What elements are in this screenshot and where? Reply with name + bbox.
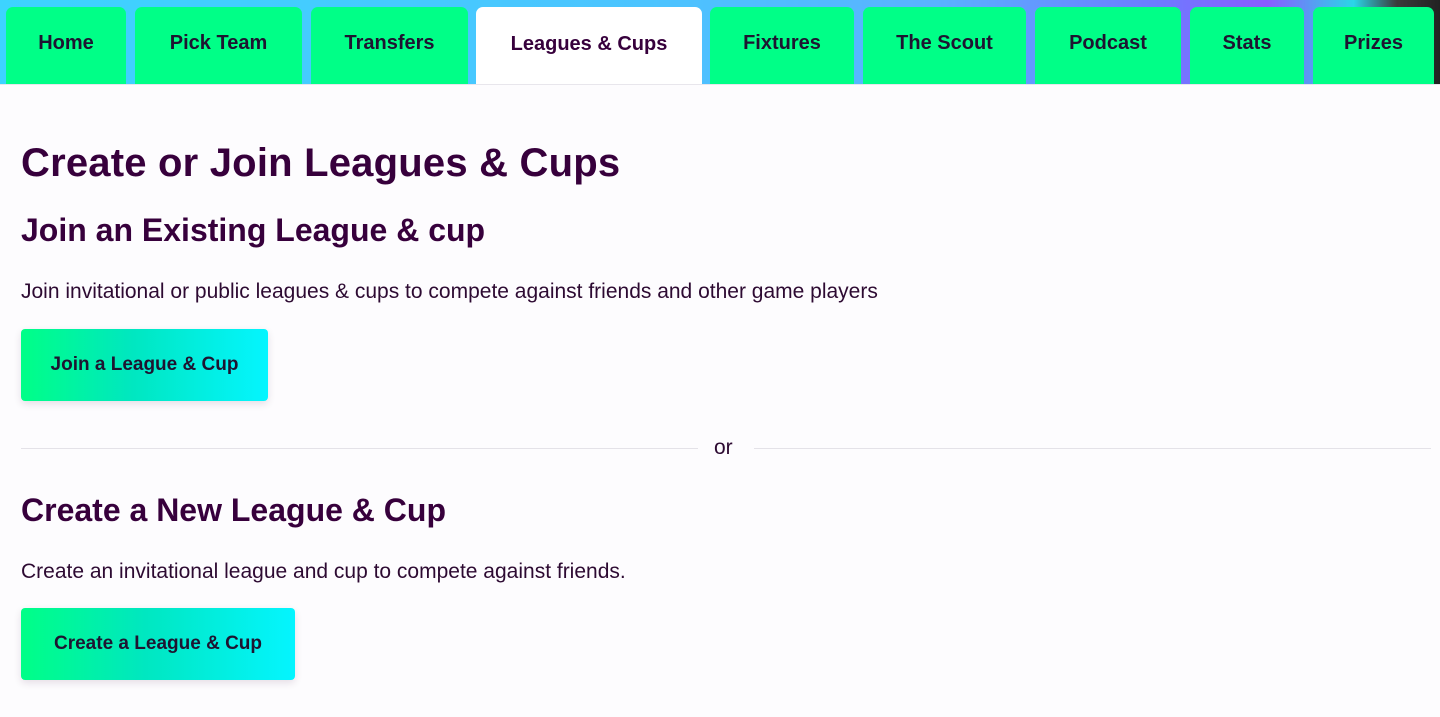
tab-transfers[interactable]: Transfers <box>311 7 468 84</box>
tab-the-scout[interactable]: The Scout <box>863 7 1026 84</box>
tab-fixtures[interactable]: Fixtures <box>710 7 854 84</box>
join-section-heading: Join an Existing League & cup <box>21 212 486 248</box>
tab-label: Leagues & Cups <box>510 32 668 55</box>
tab-leagues-and-cups[interactable]: Leagues & Cups <box>476 7 702 85</box>
tab-label: Prizes <box>1344 32 1403 54</box>
divider-line-right <box>754 448 1431 449</box>
tab-pick-team[interactable]: Pick Team <box>135 7 302 84</box>
tab-label: Pick Team <box>169 32 268 54</box>
create-section-description: Create an invitational league and cup to… <box>21 560 626 583</box>
or-divider: or <box>21 436 1431 460</box>
tab-label: Transfers <box>344 32 435 54</box>
tab-label: Podcast <box>1069 32 1147 54</box>
tab-prizes[interactable]: Prizes <box>1313 7 1434 84</box>
join-league-button[interactable]: Join a League & Cup <box>21 329 268 401</box>
tab-label: The Scout <box>896 32 993 54</box>
create-section-heading: Create a New League & Cup <box>21 492 446 528</box>
page-title: Create or Join Leagues & Cups <box>21 141 621 185</box>
divider-or-label: or <box>714 436 733 459</box>
tab-home[interactable]: Home <box>6 7 126 84</box>
tab-podcast[interactable]: Podcast <box>1035 7 1181 84</box>
main-navigation: Home Pick Team Transfers Leagues & Cups … <box>0 0 1440 85</box>
join-section-description: Join invitational or public leagues & cu… <box>21 280 878 303</box>
tab-stats[interactable]: Stats <box>1190 7 1304 84</box>
tab-label: Home <box>38 32 94 54</box>
tab-label: Stats <box>1222 32 1272 54</box>
tab-label: Fixtures <box>743 32 821 54</box>
create-league-button[interactable]: Create a League & Cup <box>21 608 295 680</box>
divider-line-left <box>21 448 698 449</box>
nav-bottom-border <box>0 84 1440 85</box>
